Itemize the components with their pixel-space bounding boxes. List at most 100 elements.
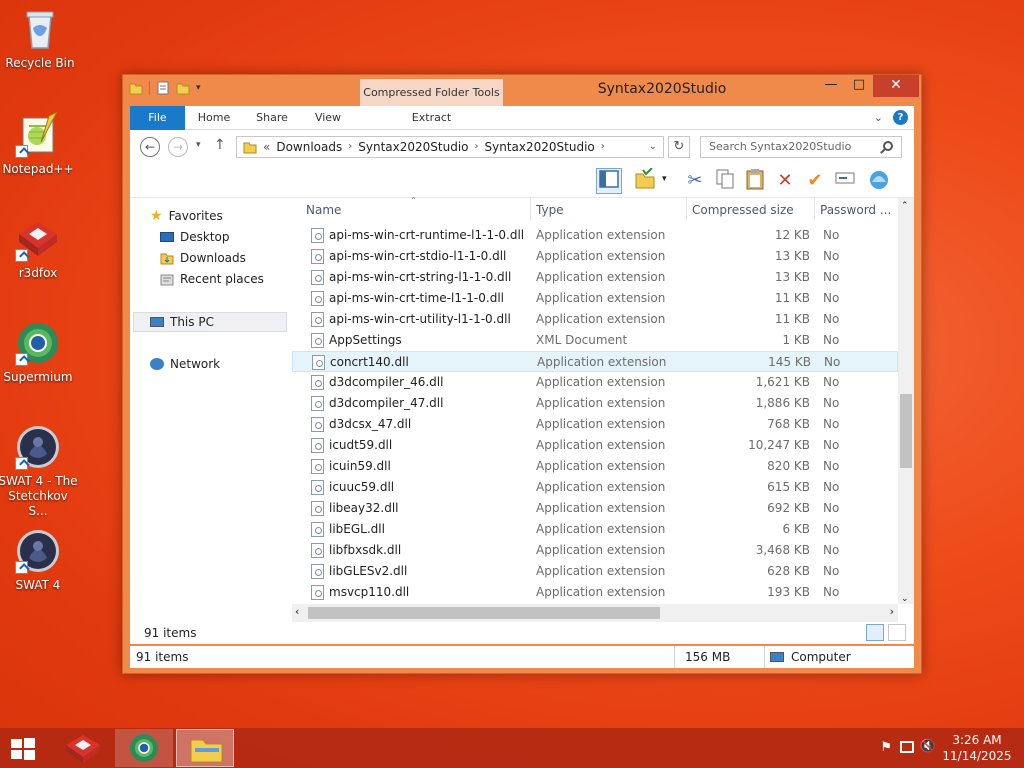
tab-extract[interactable]: Extract bbox=[360, 106, 503, 130]
address-overflow[interactable]: « bbox=[263, 137, 270, 157]
table-row[interactable]: api-ms-win-crt-runtime-l1-1-0.dll Applica… bbox=[292, 225, 898, 246]
taskbar-supermium[interactable] bbox=[115, 729, 173, 767]
breadcrumb-syntax2020studio-inner[interactable]: Syntax2020Studio bbox=[485, 137, 595, 157]
desktop-icon-recycle-bin[interactable]: Recycle Bin bbox=[0, 6, 80, 71]
column-header-compressed-size[interactable]: Compressed size bbox=[686, 198, 814, 222]
breadcrumb-downloads[interactable]: Downloads bbox=[276, 137, 342, 157]
extract-folder-icon[interactable] bbox=[632, 167, 658, 194]
file-type: Application extension bbox=[537, 355, 667, 369]
desktop-icon-supermium[interactable]: Supermium bbox=[0, 320, 78, 385]
column-header-password[interactable]: Password ... bbox=[814, 198, 898, 222]
table-row[interactable]: api-ms-win-crt-time-l1-1-0.dll Applicatio… bbox=[292, 288, 898, 309]
extract-dropdown-icon[interactable]: ▾ bbox=[662, 174, 667, 184]
nav-item-favorites[interactable]: ★ Favorites bbox=[150, 207, 223, 225]
paste-icon[interactable] bbox=[742, 168, 768, 194]
table-row[interactable]: d3dcompiler_47.dll Application extension 1… bbox=[292, 393, 898, 414]
desktop-icon-notepadpp[interactable]: Notepad++ bbox=[0, 110, 78, 177]
clock[interactable]: 3:26 AM 11/14/2025 bbox=[942, 732, 1012, 764]
scroll-right-icon[interactable]: › bbox=[890, 605, 894, 618]
table-row[interactable]: AppSettings XML Document 1 KB No bbox=[292, 330, 898, 351]
large-icons-view-button[interactable] bbox=[888, 624, 906, 641]
table-row[interactable]: icuin59.dll Application extension 820 KB No bbox=[292, 456, 898, 477]
search-icon[interactable] bbox=[883, 141, 893, 151]
close-button[interactable]: ✕ bbox=[873, 75, 919, 97]
tab-file[interactable]: File bbox=[130, 106, 185, 130]
table-row[interactable]: libeay32.dll Application extension 692 KB N… bbox=[292, 498, 898, 519]
nav-item-downloads[interactable]: Downloads bbox=[160, 249, 246, 267]
table-row[interactable]: libGLESv2.dll Application extension 628 KB… bbox=[292, 561, 898, 582]
recent-locations-icon[interactable]: ▾ bbox=[196, 140, 201, 150]
refresh-button[interactable]: ↻ bbox=[668, 136, 690, 158]
rename-icon[interactable] bbox=[832, 168, 858, 194]
file-password: No bbox=[823, 480, 840, 494]
forward-button[interactable]: → bbox=[168, 137, 188, 157]
file-type: Application extension bbox=[536, 375, 666, 389]
vertical-scrollbar[interactable]: ⌃ ⌄ bbox=[898, 198, 914, 604]
file-name: api-ms-win-crt-utility-l1-1-0.dll bbox=[329, 312, 511, 326]
properties-shell-icon[interactable] bbox=[866, 168, 892, 194]
breadcrumb-separator-icon[interactable]: › bbox=[601, 137, 605, 157]
title-bar[interactable]: ▾ Compressed Folder Tools Syntax2020Stud… bbox=[123, 75, 921, 106]
help-icon[interactable]: ? bbox=[893, 110, 908, 125]
desktop-icon-r3dfox[interactable]: r3dfox bbox=[0, 216, 78, 281]
preview-pane-button[interactable] bbox=[596, 168, 622, 194]
details-view-button[interactable] bbox=[866, 624, 884, 641]
network-icon[interactable] bbox=[900, 741, 914, 753]
r3dfox-icon bbox=[15, 216, 61, 262]
table-row[interactable]: icuuc59.dll Application extension 615 KB No bbox=[292, 477, 898, 498]
search-input[interactable]: Search Syntax2020Studio bbox=[700, 136, 902, 158]
expand-ribbon-icon[interactable]: ⌄ bbox=[874, 111, 883, 124]
cut-icon[interactable]: ✂ bbox=[682, 168, 708, 194]
table-row[interactable]: api-ms-win-crt-utility-l1-1-0.dll Applica… bbox=[292, 309, 898, 330]
horizontal-scroll-thumb[interactable] bbox=[308, 607, 660, 619]
desktop-icon-label: r3dfox bbox=[18, 266, 58, 280]
table-row[interactable]: libEGL.dll Application extension 6 KB No bbox=[292, 519, 898, 540]
scroll-down-icon[interactable]: ⌄ bbox=[901, 594, 909, 604]
checkmark-icon[interactable]: ✔ bbox=[802, 168, 828, 194]
back-button[interactable]: ← bbox=[140, 137, 160, 157]
table-row[interactable]: d3dcsx_47.dll Application extension 768 KB… bbox=[292, 414, 898, 435]
new-folder-icon[interactable] bbox=[176, 81, 190, 95]
address-box[interactable]: « Downloads › Syntax2020Studio › Syntax2… bbox=[236, 136, 664, 158]
volume-muted-icon[interactable]: 🔇 bbox=[920, 739, 936, 754]
properties-icon[interactable] bbox=[156, 81, 170, 95]
taskbar-r3dfox[interactable] bbox=[54, 729, 112, 767]
up-button[interactable]: ↑ bbox=[214, 137, 226, 153]
breadcrumb-syntax2020studio[interactable]: Syntax2020Studio bbox=[358, 137, 468, 157]
scroll-left-icon[interactable]: ‹ bbox=[295, 605, 299, 618]
nav-item-network[interactable]: Network bbox=[150, 355, 220, 373]
table-row[interactable]: d3dcompiler_46.dll Application extension 1… bbox=[292, 372, 898, 393]
address-dropdown-icon[interactable]: ⌄ bbox=[649, 137, 657, 157]
table-row[interactable]: msvcp110.dll Application extension 193 KB N… bbox=[292, 582, 898, 603]
horizontal-scrollbar[interactable]: ‹ › bbox=[292, 604, 898, 622]
column-header-type[interactable]: Type bbox=[530, 198, 685, 222]
breadcrumb-separator-icon[interactable]: › bbox=[348, 137, 352, 157]
desktop-icon-swat4[interactable]: SWAT 4 bbox=[0, 528, 78, 593]
flag-icon[interactable]: ⚑ bbox=[880, 740, 892, 755]
desktop-icon-swat4-stetchkov[interactable]: SWAT 4 - The Stetchkov S... bbox=[0, 424, 78, 519]
vertical-scroll-thumb[interactable] bbox=[900, 394, 912, 468]
table-row[interactable]: api-ms-win-crt-stdio-l1-1-0.dll Applicati… bbox=[292, 246, 898, 267]
copy-icon[interactable] bbox=[712, 168, 738, 194]
nav-item-recent-places[interactable]: Recent places bbox=[160, 270, 264, 288]
column-header-name[interactable]: Name bbox=[300, 198, 530, 222]
scroll-up-icon[interactable]: ⌃ bbox=[901, 201, 909, 211]
table-row[interactable]: concrt140.dll Application extension 145 KB… bbox=[292, 351, 898, 372]
table-row[interactable]: icudt59.dll Application extension 10,247 K… bbox=[292, 435, 898, 456]
minimize-button[interactable]: — bbox=[817, 75, 845, 97]
tab-home[interactable]: Home bbox=[192, 106, 236, 130]
nav-item-desktop[interactable]: Desktop bbox=[160, 228, 230, 246]
dll-file-icon bbox=[312, 355, 325, 370]
start-button[interactable] bbox=[10, 737, 36, 761]
tab-share[interactable]: Share bbox=[250, 106, 294, 130]
breadcrumb-separator-icon[interactable]: › bbox=[475, 137, 479, 157]
maximize-button[interactable]: □ bbox=[845, 75, 873, 97]
table-row[interactable]: libfbxsdk.dll Application extension 3,468 … bbox=[292, 540, 898, 561]
delete-icon[interactable]: ✕ bbox=[772, 168, 798, 194]
table-row[interactable]: api-ms-win-crt-string-l1-1-0.dll Applicat… bbox=[292, 267, 898, 288]
shortcut-arrow-icon bbox=[15, 353, 28, 366]
tab-view[interactable]: View bbox=[306, 106, 350, 130]
taskbar-file-explorer[interactable] bbox=[176, 729, 234, 767]
nav-item-this-pc[interactable]: This PC bbox=[150, 313, 214, 331]
qat-dropdown-icon[interactable]: ▾ bbox=[196, 83, 201, 93]
